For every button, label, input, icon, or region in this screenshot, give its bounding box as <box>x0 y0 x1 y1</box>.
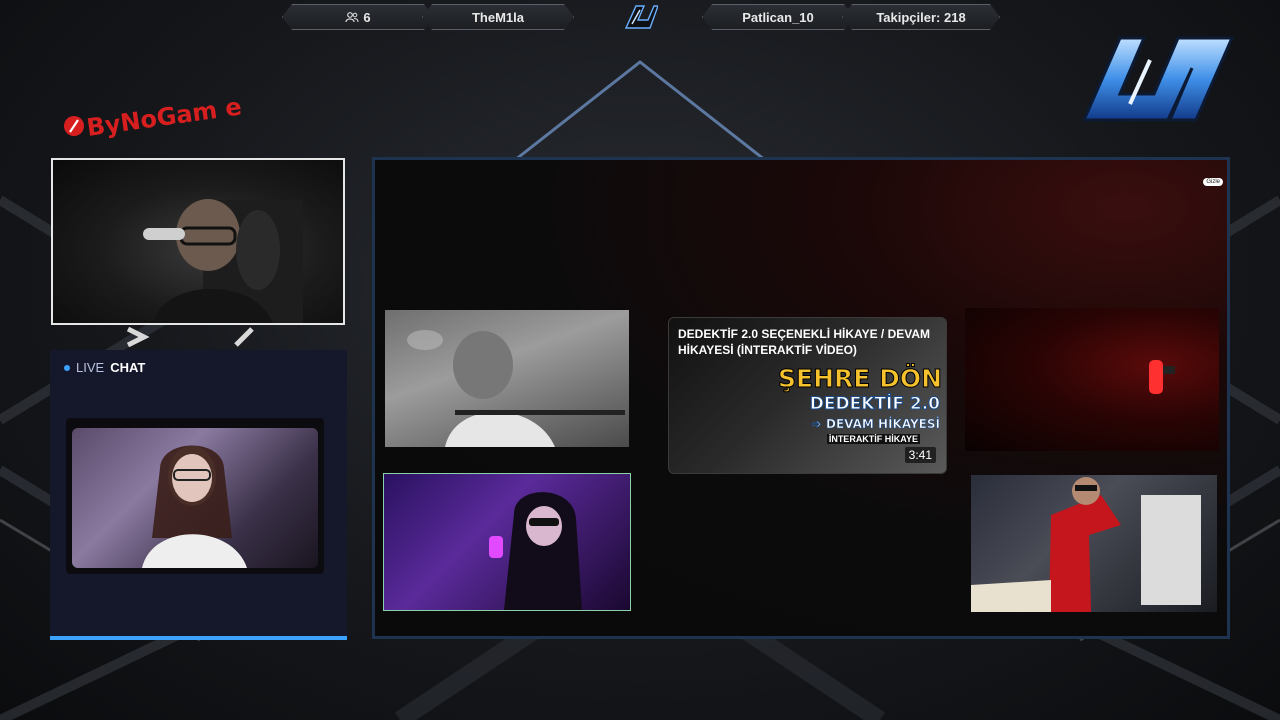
ln-brand-logo-icon <box>1081 36 1235 122</box>
video-art-subtitle: DEDEKTİF 2.0 <box>809 394 940 415</box>
viewer-count-value: 6 <box>363 9 371 25</box>
viewer-count: 6 <box>282 4 434 30</box>
chat-header: LIVE CHAT <box>64 360 145 375</box>
streamer-name-2: Patlican_10 <box>702 4 854 30</box>
followers-count: Takipçiler: 218 <box>842 4 1000 30</box>
live-dot-icon <box>64 364 70 371</box>
participant-webcam-4 <box>971 475 1217 612</box>
participant-webcam-2 <box>383 473 631 611</box>
chevron-right-icon <box>126 327 150 347</box>
main-stage: Gizle DEDEKTİF 2.0 SEÇENEKLİ HİKAYE / DE… <box>372 157 1230 639</box>
video-title: DEDEKTİF 2.0 SEÇENEKLİ HİKAYE / DEVAM Hİ… <box>678 327 931 357</box>
hide-badge[interactable]: Gizle <box>1203 178 1223 186</box>
video-art-line4: İNTERAKTİF HİKAYE <box>826 434 920 444</box>
streamer-name-1: TheM1la <box>422 4 574 30</box>
guest-webcam-feed <box>72 428 318 568</box>
top-bar: 6 TheM1la Patlican_10 Takipçiler: 218 <box>282 4 998 28</box>
participant-webcam-3 <box>965 308 1219 451</box>
streamer-webcam <box>51 158 345 325</box>
users-icon <box>345 10 359 25</box>
ln-logo-icon <box>624 5 658 29</box>
bynogame-logo: ByNoGam e <box>64 92 243 142</box>
guest-webcam <box>66 418 324 574</box>
live-chat-panel: LIVE CHAT <box>50 350 347 640</box>
webcam-scene <box>143 199 303 323</box>
youtube-video-card[interactable]: DEDEKTİF 2.0 SEÇENEKLİ HİKAYE / DEVAM Hİ… <box>668 317 947 474</box>
chat-title: CHAT <box>110 360 146 375</box>
live-label: LIVE <box>76 360 105 375</box>
participant-webcam-1 <box>385 310 629 447</box>
chevron-right-icon <box>234 327 254 347</box>
video-art-title: ŞEHRE DÖN <box>778 364 943 394</box>
video-duration: 3:41 <box>904 447 936 463</box>
video-art-line3: ➩ DEVAM HİKAYESİ <box>811 417 940 432</box>
svg-text:ByNoGam e: ByNoGam e <box>85 92 243 141</box>
